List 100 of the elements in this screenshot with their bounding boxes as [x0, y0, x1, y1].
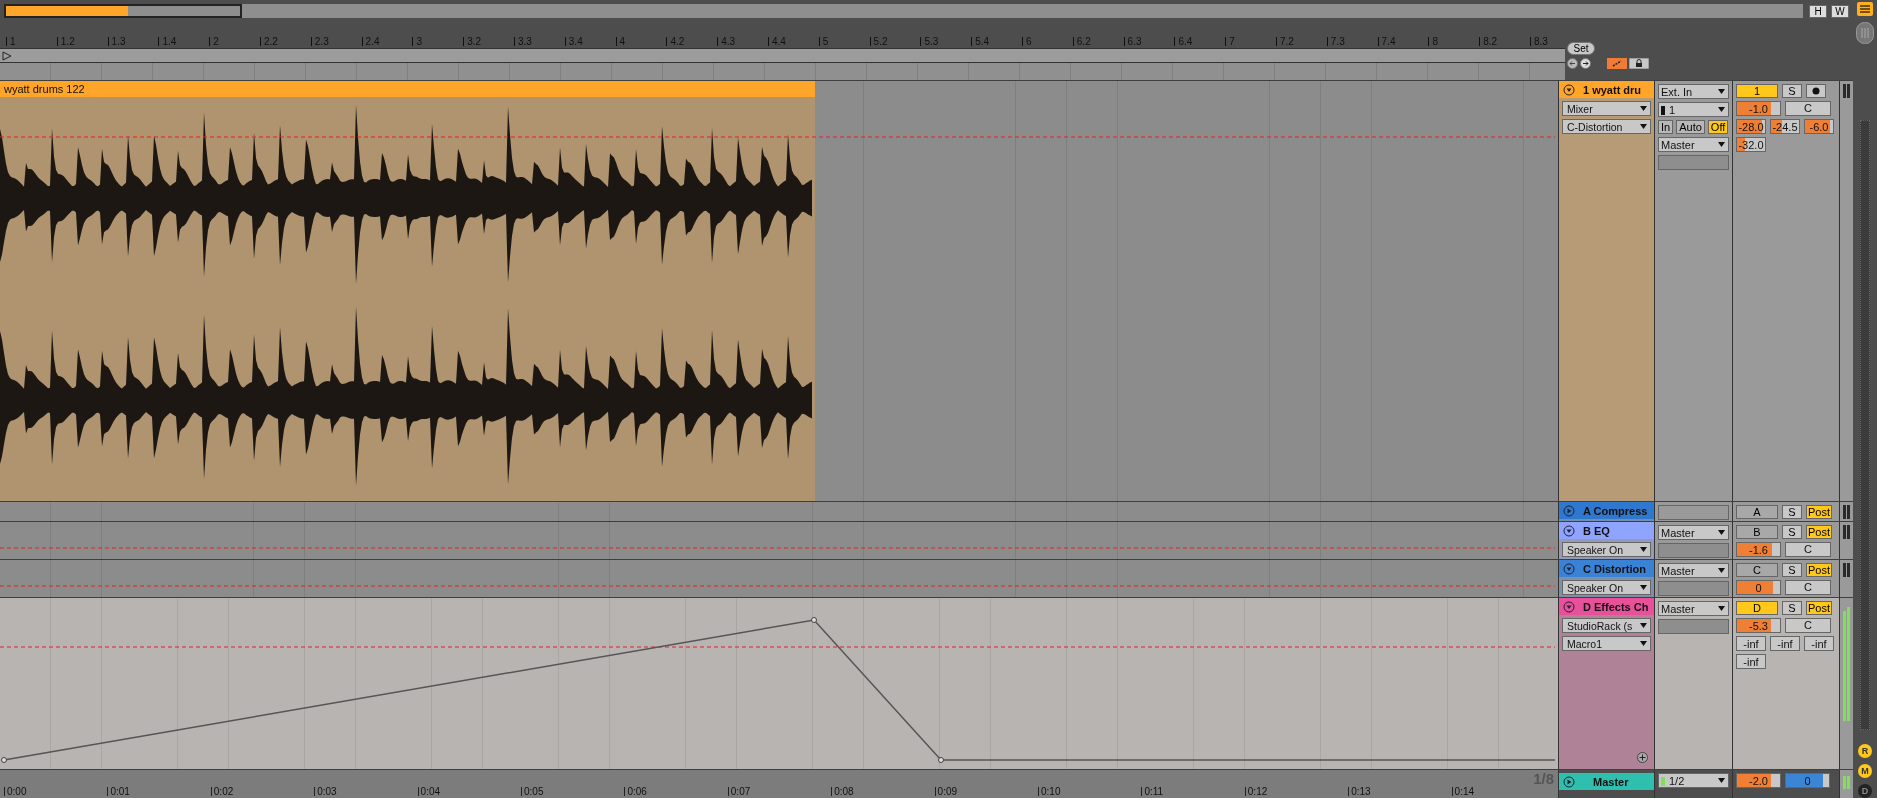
previous-icon[interactable]	[1567, 58, 1578, 69]
volume-field[interactable]: -2.0	[1736, 773, 1781, 788]
solo-button[interactable]: S	[1782, 563, 1802, 577]
volume-field[interactable]: -1.6	[1736, 542, 1781, 557]
post-button[interactable]: Post	[1806, 505, 1832, 519]
pan-field[interactable]: C	[1785, 542, 1831, 557]
track-title[interactable]: Master	[1559, 773, 1654, 790]
start-marker-icon[interactable]	[2, 50, 12, 61]
volume-field[interactable]: -1.0	[1736, 101, 1781, 116]
device-chooser[interactable]: Macro1	[1562, 636, 1651, 651]
track-title[interactable]: D Effects Ch	[1559, 598, 1654, 615]
dropdown-arrow-icon	[1718, 142, 1725, 147]
device-chooser[interactable]: Speaker On	[1562, 580, 1651, 595]
beat-label: 5.3	[920, 37, 939, 46]
follow-icon[interactable]	[1607, 58, 1627, 69]
input-type-chooser[interactable]: Ext. In	[1658, 84, 1729, 99]
input-channel-chooser[interactable]: 1	[1658, 102, 1729, 117]
monitor-button[interactable]: In	[1658, 120, 1674, 134]
empty-field	[1658, 619, 1729, 634]
menu-icon[interactable]	[1857, 2, 1873, 16]
level-meter-drawing	[1843, 84, 1850, 98]
view-toggle-button[interactable]: M	[1858, 764, 1872, 778]
device-chooser[interactable]: StudioRack (s	[1562, 618, 1651, 633]
fold-right-icon[interactable]	[1563, 504, 1575, 517]
empty-field	[1658, 155, 1729, 170]
device-chooser[interactable]: Speaker On	[1562, 542, 1651, 557]
solo-button[interactable]: S	[1782, 505, 1802, 519]
set-button[interactable]: Set	[1567, 42, 1595, 55]
monitor-button[interactable]: Auto	[1676, 120, 1705, 134]
beat-label: 1.2	[56, 37, 75, 46]
dropdown-arrow-icon	[1640, 124, 1647, 129]
pan-field[interactable]: 0	[1785, 773, 1830, 788]
track-title[interactable]: 1 wyatt dru	[1559, 81, 1654, 98]
fold-down-icon[interactable]	[1563, 524, 1575, 537]
output-chooser[interactable]: Master	[1658, 137, 1729, 152]
pan-field[interactable]: C	[1785, 618, 1831, 633]
view-toggle-button[interactable]: R	[1858, 744, 1872, 758]
beat-label: 4.2	[666, 37, 685, 46]
beat-label: 7.4	[1377, 37, 1396, 46]
level-meter-drawing	[1843, 525, 1850, 539]
send-field[interactable]: -inf	[1770, 636, 1800, 651]
solo-button[interactable]: S	[1782, 601, 1802, 615]
output-chooser[interactable]: Master	[1658, 563, 1729, 578]
pan-field[interactable]: C	[1785, 580, 1831, 595]
view-toggle-button[interactable]: D	[1858, 784, 1872, 798]
dropdown-arrow-icon	[1718, 778, 1725, 783]
track-title[interactable]: A Compress	[1559, 502, 1654, 519]
solo-button[interactable]: S	[1782, 84, 1802, 98]
device-chooser[interactable]: Mixer	[1562, 101, 1651, 116]
volume-field[interactable]: -5.3	[1736, 618, 1781, 633]
empty-field	[1658, 505, 1729, 520]
next-icon[interactable]	[1580, 58, 1591, 69]
grip-icon[interactable]	[1856, 22, 1874, 44]
add-icon[interactable]	[1637, 752, 1648, 763]
fold-down-icon[interactable]	[1563, 83, 1575, 96]
fold-right-icon[interactable]	[1563, 775, 1575, 788]
post-button[interactable]: Post	[1806, 563, 1832, 577]
track-title[interactable]: C Distortion	[1559, 560, 1654, 577]
output-chooser[interactable]: 1/2	[1658, 773, 1729, 788]
lock-icon[interactable]	[1629, 58, 1649, 69]
beat-label: 2.2	[260, 37, 278, 46]
beat-label: 7.2	[1276, 37, 1294, 46]
level-meter-drawing	[1843, 505, 1850, 519]
dropdown-arrow-icon	[1718, 89, 1725, 94]
beat-label: 6.3	[1123, 37, 1142, 46]
track-lane[interactable]: wyatt drums 122	[0, 81, 1558, 501]
device-chooser[interactable]: C-Distortion	[1562, 119, 1651, 134]
toggle-button[interactable]: W	[1831, 4, 1849, 18]
track-title[interactable]: B EQ	[1559, 522, 1654, 539]
track-activator[interactable]: A	[1736, 505, 1778, 519]
output-chooser[interactable]: Master	[1658, 601, 1729, 616]
scroll-track[interactable]	[1860, 120, 1870, 730]
monitor-button[interactable]: Off	[1707, 120, 1729, 134]
send-field[interactable]: -inf	[1736, 636, 1766, 651]
toggle-button[interactable]: H	[1809, 4, 1827, 18]
fold-down-icon[interactable]	[1563, 600, 1575, 613]
track-activator[interactable]: 1	[1736, 84, 1778, 98]
record-icon	[1812, 87, 1820, 95]
time-label: 0:08	[831, 787, 854, 796]
track-activator[interactable]: D	[1736, 601, 1778, 615]
track-activator[interactable]: B	[1736, 525, 1778, 539]
beat-label: 3.2	[463, 37, 482, 46]
post-button[interactable]: Post	[1806, 601, 1832, 615]
arm-button[interactable]	[1806, 84, 1826, 98]
send-field[interactable]: -inf	[1804, 636, 1834, 651]
pan-field[interactable]: C	[1785, 101, 1831, 116]
output-chooser[interactable]: Master	[1658, 525, 1729, 540]
send-field[interactable]: -6.0	[1804, 119, 1834, 134]
beat-label: 3	[412, 37, 422, 46]
beat-label: 8.3	[1530, 37, 1548, 46]
overview-bar[interactable]	[4, 4, 1803, 18]
solo-button[interactable]: S	[1782, 525, 1802, 539]
track-activator[interactable]: C	[1736, 563, 1778, 577]
fold-down-icon[interactable]	[1563, 562, 1575, 575]
dropdown-arrow-icon	[1640, 585, 1647, 590]
audio-clip[interactable]: wyatt drums 122	[0, 81, 815, 501]
volume-field[interactable]: 0	[1736, 580, 1781, 595]
time-label: 0:01	[107, 787, 130, 796]
send-field[interactable]: -inf	[1736, 654, 1766, 669]
post-button[interactable]: Post	[1806, 525, 1832, 539]
